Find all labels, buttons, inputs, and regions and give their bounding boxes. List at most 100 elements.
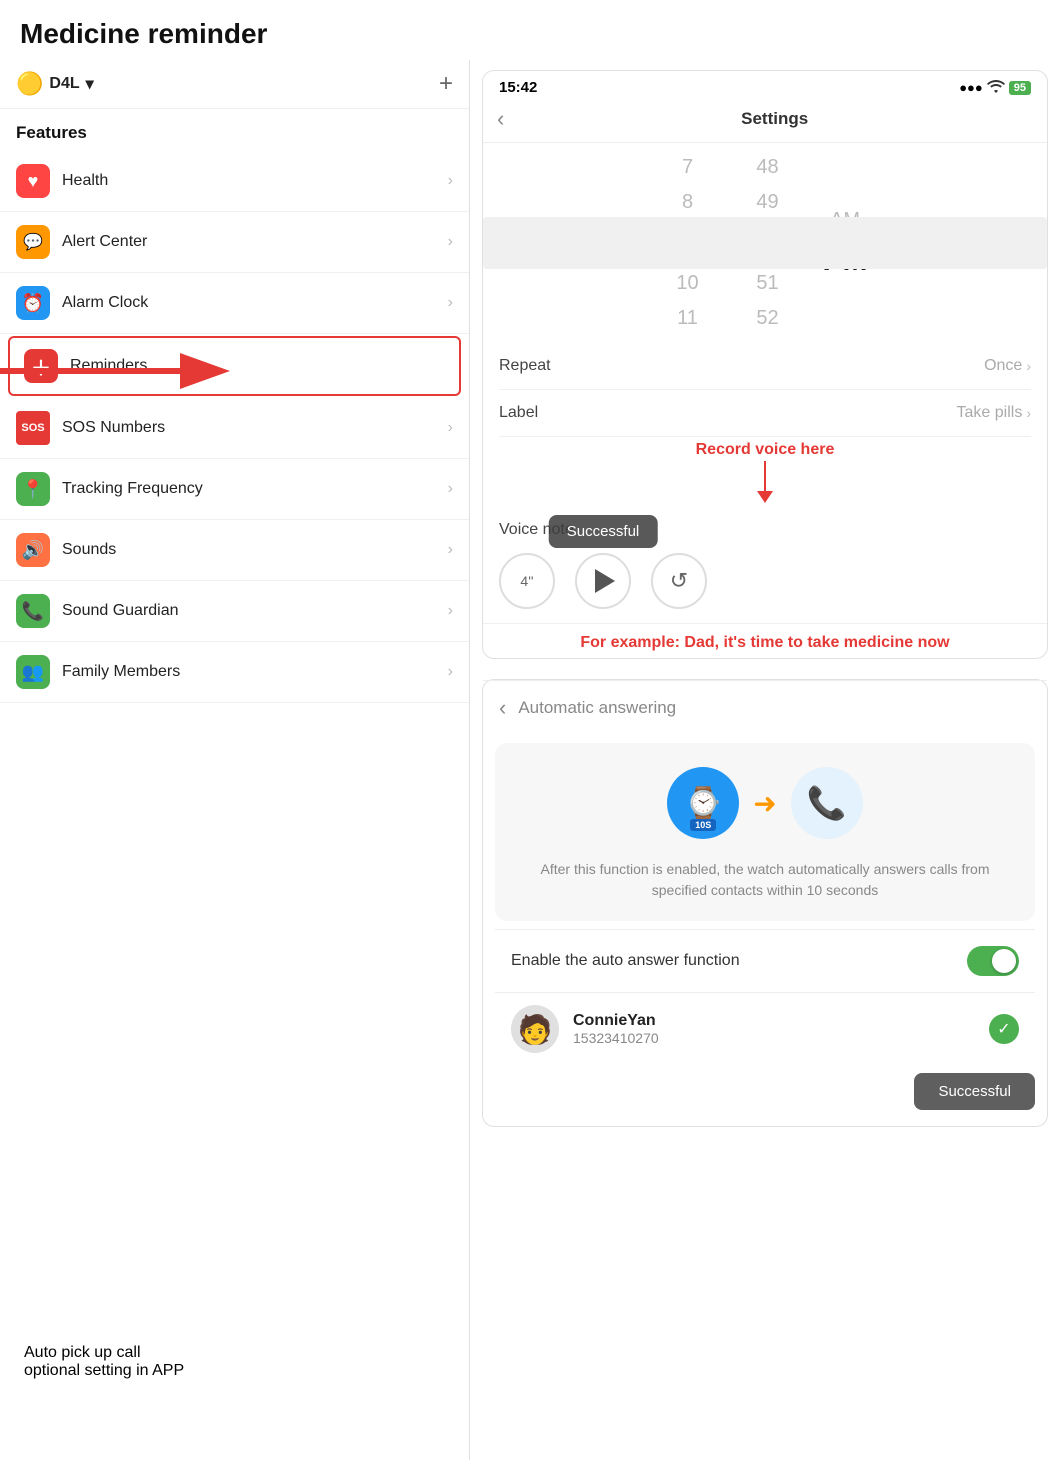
chevron-right-icon: › bbox=[448, 663, 453, 681]
auto-pickup-text: Auto pick up call optional setting in AP… bbox=[0, 1324, 469, 1400]
nav-title: Settings bbox=[516, 109, 1033, 129]
voice-note-controls: 4'' Successful ↺ bbox=[499, 553, 1031, 609]
chevron-right-icon: › bbox=[448, 419, 453, 437]
family-label: Family Members bbox=[62, 663, 448, 681]
auto-answer-nav-title: Automatic answering bbox=[518, 698, 676, 718]
wifi-icon bbox=[987, 79, 1005, 96]
picker-am[interactable]: AM bbox=[825, 203, 865, 238]
picker-hour-10[interactable]: 10 bbox=[663, 266, 713, 301]
call-icon: 📞 bbox=[791, 767, 863, 839]
contact-check-icon: ✓ bbox=[989, 1014, 1019, 1044]
picker-hour-7[interactable]: 7 bbox=[663, 150, 713, 185]
chevron-right-icon: › bbox=[448, 480, 453, 498]
sidebar-item-health[interactable]: ♥ Health › bbox=[0, 151, 469, 212]
tracking-label: Tracking Frequency bbox=[62, 480, 448, 498]
chevron-right-icon: › bbox=[448, 602, 453, 620]
sidebar-item-family-members[interactable]: 👥 Family Members › bbox=[0, 642, 469, 703]
back-button[interactable]: ‹ bbox=[497, 106, 504, 132]
label-row[interactable]: Label Take pills › bbox=[499, 390, 1031, 437]
right-panel: 15:42 ●●● 95 ‹ Settings 6 bbox=[470, 60, 1060, 1460]
ampm-picker-col[interactable]: AM PM bbox=[823, 203, 868, 284]
enable-auto-answer-row: Enable the auto answer function bbox=[495, 929, 1035, 992]
chevron-right-icon: › bbox=[448, 233, 453, 251]
brand-dropdown-icon[interactable]: ▾ bbox=[86, 74, 94, 94]
picker-hour-8[interactable]: 8 bbox=[663, 185, 713, 220]
add-button[interactable]: + bbox=[439, 70, 453, 98]
sidebar-item-alert-center[interactable]: 💬 Alert Center › bbox=[0, 212, 469, 273]
picker-hour-9[interactable]: 9 bbox=[663, 220, 713, 266]
tracking-icon: 📍 bbox=[16, 472, 50, 506]
auto-answer-phone-section: ‹ Automatic answering ⌚ 10S ➜ bbox=[482, 679, 1048, 1127]
sound-guardian-icon: 📞 bbox=[16, 594, 50, 628]
label-field-label: Label bbox=[499, 404, 957, 422]
auto-answer-description: After this function is enabled, the watc… bbox=[511, 859, 1019, 901]
alert-label: Alert Center bbox=[62, 233, 448, 251]
contact-row[interactable]: 🧑 ConnieYan 15323410270 ✓ bbox=[495, 992, 1035, 1065]
sidebar-item-sound-guardian[interactable]: 📞 Sound Guardian › bbox=[0, 581, 469, 642]
chevron-right-icon: › bbox=[448, 294, 453, 312]
hour-picker-col[interactable]: 6 7 8 9 10 11 12 bbox=[663, 143, 713, 343]
phone-call-emoji: 📞 bbox=[807, 784, 847, 822]
picker-min-50[interactable]: 50 bbox=[743, 220, 793, 266]
auto-answer-illustration-section: ⌚ 10S ➜ 📞 After this function is enabled… bbox=[495, 743, 1035, 921]
voice-note-section: Voice note 4'' Successful ↺ bbox=[483, 507, 1047, 624]
toast-text: Successful bbox=[549, 515, 658, 548]
picker-min-47[interactable]: 47 bbox=[743, 143, 793, 150]
label-value: Take pills bbox=[957, 404, 1023, 422]
brand-label[interactable]: 🟡 D4L ▾ bbox=[16, 71, 94, 97]
picker-min-53[interactable]: 53 bbox=[743, 336, 793, 343]
bottom-toast-text: Successful bbox=[914, 1073, 1035, 1110]
features-heading: Features bbox=[0, 109, 469, 151]
picker-hour-6[interactable]: 6 bbox=[663, 143, 713, 150]
contact-name: ConnieYan bbox=[573, 1012, 989, 1030]
picker-hour-12[interactable]: 12 bbox=[663, 336, 713, 343]
sounds-icon: 🔊 bbox=[16, 533, 50, 567]
arrow-annotation bbox=[0, 353, 230, 389]
alert-icon: 💬 bbox=[16, 225, 50, 259]
brand-name: D4L bbox=[49, 75, 79, 93]
picker-min-49[interactable]: 49 bbox=[743, 185, 793, 220]
label-chevron-icon: › bbox=[1026, 405, 1031, 421]
auto-answer-nav: ‹ Automatic answering bbox=[483, 680, 1047, 735]
picker-pm[interactable]: PM bbox=[823, 238, 868, 284]
picker-min-52[interactable]: 52 bbox=[743, 301, 793, 336]
nav-bar-settings: ‹ Settings bbox=[483, 100, 1047, 143]
sos-label: SOS Numbers bbox=[62, 419, 448, 437]
enable-auto-answer-toggle[interactable] bbox=[967, 946, 1019, 976]
contact-phone: 15323410270 bbox=[573, 1030, 989, 1046]
repeat-row[interactable]: Repeat Once › bbox=[499, 343, 1031, 390]
sidebar-item-tracking-frequency[interactable]: 📍 Tracking Frequency › bbox=[0, 459, 469, 520]
example-text: For example: Dad, it's time to take medi… bbox=[483, 624, 1047, 658]
picker-min-51[interactable]: 51 bbox=[743, 266, 793, 301]
minute-picker-col[interactable]: 47 48 49 50 51 52 53 bbox=[743, 143, 793, 343]
sounds-label: Sounds bbox=[62, 541, 448, 559]
play-button-wrap: Successful bbox=[575, 553, 631, 609]
chevron-right-icon: › bbox=[448, 172, 453, 190]
time-picker[interactable]: 6 7 8 9 10 11 12 47 48 49 50 51 52 53 bbox=[483, 143, 1047, 343]
sidebar-item-sounds[interactable]: 🔊 Sounds › bbox=[0, 520, 469, 581]
sos-icon: SOS bbox=[16, 411, 50, 445]
picker-min-48[interactable]: 48 bbox=[743, 150, 793, 185]
avatar-icon: 🧑 bbox=[518, 1013, 553, 1046]
arrow-right-icon: ➜ bbox=[753, 787, 776, 820]
sound-guardian-label: Sound Guardian bbox=[62, 602, 448, 620]
status-time: 15:42 bbox=[499, 79, 537, 96]
battery-badge: 95 bbox=[1009, 81, 1031, 95]
left-panel: 🟡 D4L ▾ + Features ♥ Health › 💬 Alert Ce… bbox=[0, 60, 470, 1460]
page-title: Medicine reminder bbox=[0, 0, 1060, 60]
sidebar-item-alarm-clock[interactable]: ⏰ Alarm Clock › bbox=[0, 273, 469, 334]
alarm-icon: ⏰ bbox=[16, 286, 50, 320]
voice-play-button[interactable] bbox=[575, 553, 631, 609]
repeat-value: Once bbox=[984, 357, 1022, 375]
sidebar-item-sos-numbers[interactable]: SOS SOS Numbers › bbox=[0, 398, 469, 459]
health-icon: ♥ bbox=[16, 164, 50, 198]
annotation-arrow-down bbox=[499, 461, 1031, 503]
auto-back-button[interactable]: ‹ bbox=[499, 695, 506, 721]
health-label: Health bbox=[62, 172, 448, 190]
voice-reset-button[interactable]: ↺ bbox=[651, 553, 707, 609]
voice-note-wrapper: Record voice here Voice note 4'' bbox=[483, 437, 1047, 658]
brand-icon: 🟡 bbox=[16, 71, 43, 97]
play-icon bbox=[595, 569, 615, 593]
watch-circle: ⌚ 10S bbox=[667, 767, 739, 839]
picker-hour-11[interactable]: 11 bbox=[663, 301, 713, 336]
